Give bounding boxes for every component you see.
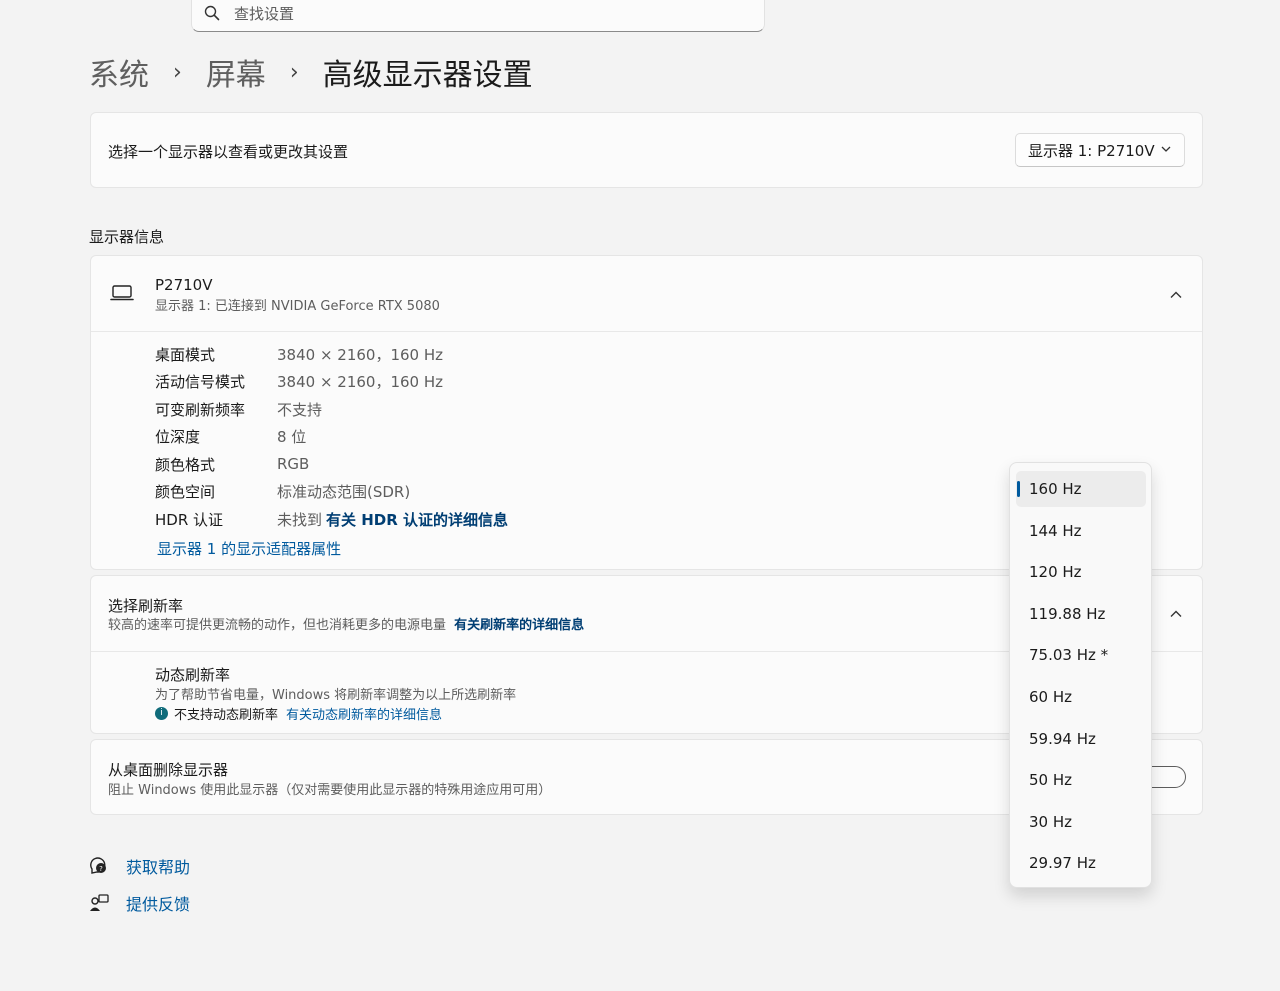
info-row-desktop-mode: 桌面模式 3840 × 2160，160 Hz	[155, 343, 443, 365]
breadcrumb-chevron-icon: ›	[173, 59, 182, 85]
search-box[interactable]	[191, 0, 765, 32]
info-value: 未找到	[277, 510, 323, 529]
breadcrumb-display[interactable]: 屏幕	[206, 50, 266, 94]
feedback-link[interactable]: 提供反馈	[89, 891, 190, 915]
feedback-label[interactable]: 提供反馈	[126, 891, 190, 915]
info-row-bit-depth: 位深度 8 位	[155, 425, 306, 447]
info-value: 3840 × 2160，160 Hz	[277, 345, 444, 364]
collapse-chevron-up-icon[interactable]	[1169, 287, 1183, 306]
refresh-option-29-97[interactable]: 29.97 Hz	[1016, 845, 1146, 881]
info-value: 不支持	[277, 400, 323, 419]
info-value: 标准动态范围(SDR)	[277, 482, 411, 501]
svg-text:?: ?	[99, 865, 103, 873]
info-value: 8 位	[277, 427, 307, 446]
refresh-collapse-chevron-up-icon[interactable]	[1169, 606, 1183, 625]
dynamic-refresh-note-text: 不支持动态刷新率	[174, 708, 279, 723]
get-help-label[interactable]: 获取帮助	[126, 854, 190, 878]
breadcrumb-chevron-icon: ›	[289, 59, 299, 85]
refresh-option-75-03[interactable]: 75.03 Hz *	[1016, 637, 1146, 673]
info-row-vrr: 可变刷新频率 不支持	[155, 398, 322, 420]
refresh-option-50[interactable]: 50 Hz	[1016, 762, 1146, 798]
refresh-rate-flyout: 160 Hz 144 Hz 120 Hz 119.88 Hz 75.03 Hz …	[1009, 462, 1152, 888]
laptop-icon	[110, 284, 134, 306]
feedback-icon	[89, 893, 109, 913]
refresh-option-120[interactable]: 120 Hz	[1016, 554, 1146, 590]
page-title: 高级显示器设置	[322, 58, 533, 93]
search-input[interactable]	[234, 5, 714, 23]
info-icon: i	[155, 707, 168, 720]
info-label: 桌面模式	[155, 345, 216, 364]
display-info-heading: 显示器信息	[89, 228, 165, 246]
info-label: 活动信号模式	[155, 372, 246, 391]
refresh-rate-desc-text: 较高的速率可提供更流畅的动作，但也消耗更多的电源电量	[108, 618, 447, 633]
get-help-link[interactable]: ? 获取帮助	[89, 854, 190, 878]
info-row-color-format: 颜色格式 RGB	[155, 453, 309, 475]
monitor-description: 显示器 1: 已连接到 NVIDIA GeForce RTX 5080	[155, 299, 440, 314]
chevron-down-icon	[1160, 141, 1172, 159]
dynamic-refresh-desc: 为了帮助节省电量，Windows 将刷新率调整为以上所选刷新率	[155, 688, 517, 703]
refresh-option-60[interactable]: 60 Hz	[1016, 679, 1146, 715]
refresh-option-119-88[interactable]: 119.88 Hz	[1016, 596, 1146, 632]
refresh-rate-details-link[interactable]: 有关刷新率的详细信息	[454, 618, 584, 633]
remove-display-desc: 阻止 Windows 使用此显示器（仅对需要使用此显示器的特殊用途应用可用）	[108, 783, 552, 798]
info-value: RGB	[277, 455, 310, 473]
breadcrumb: 系统 › 屏幕 › 高级显示器设置	[89, 50, 533, 94]
adapter-properties-link[interactable]: 显示器 1 的显示适配器属性	[157, 538, 341, 559]
help-icon: ?	[89, 856, 109, 876]
dynamic-refresh-title: 动态刷新率	[155, 666, 231, 684]
refresh-option-144[interactable]: 144 Hz	[1016, 513, 1146, 549]
refresh-rate-title: 选择刷新率	[108, 597, 184, 615]
info-row-hdr: HDR 认证 未找到 有关 HDR 认证的详细信息	[155, 508, 508, 530]
dynamic-refresh-details-link[interactable]: 有关动态刷新率的详细信息	[286, 704, 442, 723]
info-label: 颜色格式	[155, 455, 216, 474]
info-label: HDR 认证	[155, 510, 224, 529]
info-row-color-space: 颜色空间 标准动态范围(SDR)	[155, 480, 410, 502]
breadcrumb-system[interactable]: 系统	[89, 50, 149, 94]
refresh-option-59-94[interactable]: 59.94 Hz	[1016, 721, 1146, 757]
dynamic-refresh-note: i 不支持动态刷新率 有关动态刷新率的详细信息	[155, 704, 442, 723]
info-row-active-signal: 活动信号模式 3840 × 2160，160 Hz	[155, 370, 443, 392]
refresh-option-160[interactable]: 160 Hz	[1016, 471, 1146, 507]
info-label: 位深度	[155, 427, 201, 446]
remove-display-title: 从桌面删除显示器	[108, 761, 229, 779]
monitor-select-dropdown[interactable]: 显示器 1: P2710V	[1015, 133, 1185, 167]
info-value: 3840 × 2160，160 Hz	[277, 372, 444, 391]
info-label: 颜色空间	[155, 482, 216, 501]
monitor-select-value: 显示器 1: P2710V	[1028, 141, 1155, 160]
search-icon	[204, 5, 220, 21]
info-label: 可变刷新频率	[155, 400, 246, 419]
divider	[91, 331, 1202, 332]
refresh-rate-desc: 较高的速率可提供更流畅的动作，但也消耗更多的电源电量 有关刷新率的详细信息	[108, 614, 584, 633]
select-monitor-label: 选择一个显示器以查看或更改其设置	[108, 143, 349, 161]
hdr-details-link[interactable]: 有关 HDR 认证的详细信息	[326, 509, 508, 530]
refresh-option-30[interactable]: 30 Hz	[1016, 804, 1146, 840]
monitor-name: P2710V	[155, 276, 213, 294]
